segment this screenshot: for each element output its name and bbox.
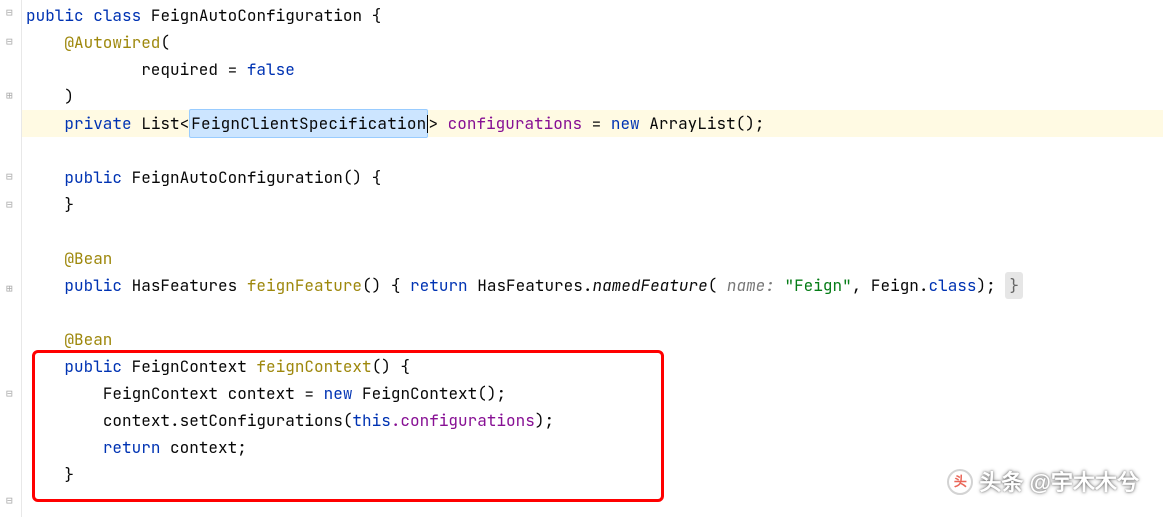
- keyword: private: [64, 110, 131, 137]
- string-literal: "Feign": [784, 272, 851, 299]
- keyword: class: [93, 2, 141, 29]
- keyword: this: [352, 407, 390, 434]
- method-call: HasFeatures.: [468, 272, 593, 299]
- watermark-logo-icon: 头: [947, 469, 973, 495]
- fold-marker-icon[interactable]: ⊟: [6, 196, 13, 215]
- brace: }: [64, 191, 74, 218]
- code-line[interactable]: public class FeignAutoConfiguration {: [26, 2, 1163, 29]
- brace: }: [64, 461, 74, 488]
- code-line[interactable]: @Autowired(: [26, 29, 1163, 56]
- code-line[interactable]: return context;: [26, 434, 1163, 461]
- code-line[interactable]: FeignContext context = new FeignContext(…: [26, 380, 1163, 407]
- field-name: configurations: [448, 110, 582, 137]
- fold-marker-icon[interactable]: ⊞: [6, 87, 13, 106]
- field-ref: .configurations: [391, 407, 535, 434]
- method-call: namedFeature: [592, 272, 707, 299]
- code-line[interactable]: }: [26, 191, 1163, 218]
- keyword: class: [929, 272, 977, 299]
- variable: context: [228, 380, 295, 407]
- keyword: new: [611, 110, 640, 137]
- annotation: @Autowired: [64, 29, 160, 56]
- code-line[interactable]: public HasFeatures feignFeature() { retu…: [26, 272, 1163, 299]
- type: FeignContext: [103, 380, 228, 407]
- code-line[interactable]: context.setConfigurations(this.configura…: [26, 407, 1163, 434]
- watermark-text: 头条 @宇木木兮: [979, 464, 1139, 501]
- code-line-empty[interactable]: [26, 218, 1163, 245]
- fold-marker-icon[interactable]: ⊟: [6, 385, 13, 404]
- return-type: HasFeatures: [122, 272, 247, 299]
- keyword: public: [26, 2, 84, 29]
- equals: =: [582, 110, 611, 137]
- text: () {: [362, 272, 410, 299]
- constructor-decl: FeignAutoConfiguration() {: [122, 164, 381, 191]
- code-line-empty[interactable]: [26, 137, 1163, 164]
- paren: (: [708, 272, 718, 299]
- code-line[interactable]: public FeignAutoConfiguration() {: [26, 164, 1163, 191]
- paren: (: [160, 29, 170, 56]
- constructor-call: ArrayList();: [640, 110, 765, 137]
- keyword: public: [64, 272, 122, 299]
- text: , Feign.: [852, 272, 929, 299]
- inlay-hint: name:: [717, 272, 784, 299]
- text: () {: [372, 353, 410, 380]
- fold-end-icon[interactable]: }: [1005, 272, 1023, 299]
- keyword: return: [103, 434, 161, 461]
- code-line[interactable]: public FeignContext feignContext() {: [26, 353, 1163, 380]
- code-line-highlighted[interactable]: private List<FeignClientSpecification> c…: [0, 110, 1163, 137]
- annotation: @Bean: [64, 326, 112, 353]
- brace: {: [362, 2, 381, 29]
- watermark: 头 头条 @宇木木兮: [947, 464, 1139, 501]
- fold-marker-icon[interactable]: ⊟: [6, 33, 13, 52]
- equals: =: [295, 380, 324, 407]
- keyword: return: [410, 272, 468, 299]
- param-name: required: [141, 56, 218, 83]
- gutter: ⊟ ⊟ ⊞ ⊟ ⊟ ⊞ ⊟ ⊟: [0, 0, 22, 517]
- text: );: [535, 407, 554, 434]
- angle-bracket: <: [180, 110, 190, 137]
- constructor-call: FeignContext();: [352, 380, 506, 407]
- paren: ): [64, 83, 74, 110]
- keyword: public: [64, 353, 122, 380]
- code-line[interactable]: ): [26, 83, 1163, 110]
- method-name: feignFeature: [247, 272, 362, 299]
- fold-marker-icon[interactable]: ⊞: [6, 280, 13, 299]
- return-type: FeignContext: [122, 353, 256, 380]
- equals: =: [218, 56, 247, 83]
- text: );: [977, 272, 1006, 299]
- keyword: public: [64, 164, 122, 191]
- angle-bracket: >: [428, 110, 447, 137]
- variable: context;: [160, 434, 246, 461]
- code-line[interactable]: @Bean: [26, 245, 1163, 272]
- type: List: [141, 110, 179, 137]
- code-editor[interactable]: public class FeignAutoConfiguration { @A…: [0, 0, 1163, 488]
- code-line[interactable]: @Bean: [26, 326, 1163, 353]
- variable: context: [103, 407, 170, 434]
- class-name: FeignAutoConfiguration: [151, 2, 362, 29]
- keyword: false: [247, 56, 295, 83]
- code-line-empty[interactable]: [26, 299, 1163, 326]
- selection: FeignClientSpecification: [189, 109, 428, 138]
- fold-marker-icon[interactable]: ⊟: [6, 168, 13, 187]
- annotation: @Bean: [64, 245, 112, 272]
- keyword: new: [324, 380, 353, 407]
- code-line[interactable]: required = false: [26, 56, 1163, 83]
- method-call: .setConfigurations(: [170, 407, 352, 434]
- fold-marker-icon[interactable]: ⊟: [6, 4, 13, 23]
- method-name: feignContext: [256, 353, 371, 380]
- fold-marker-icon[interactable]: ⊟: [6, 492, 13, 511]
